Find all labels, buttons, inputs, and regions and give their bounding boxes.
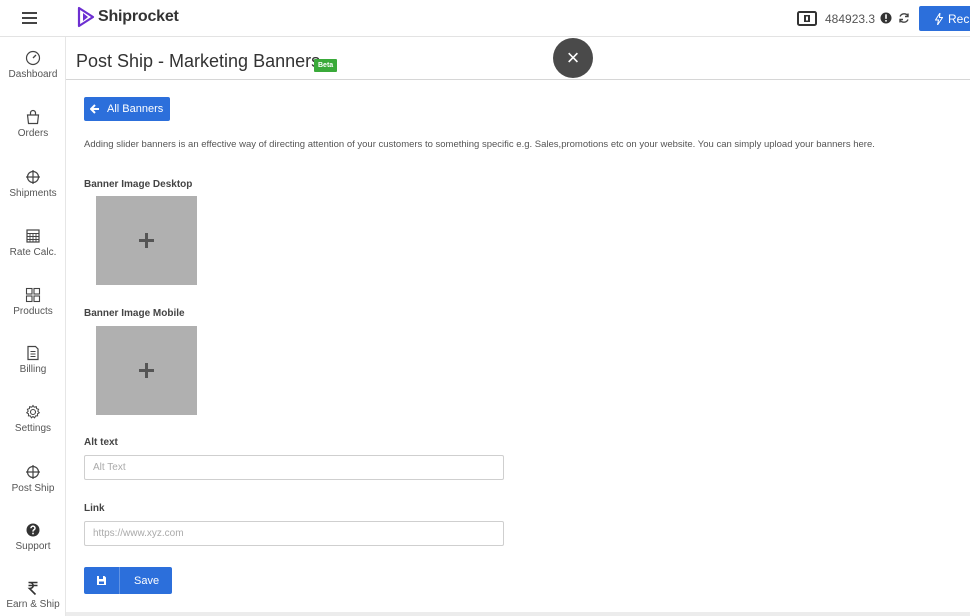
banner-desktop-upload[interactable] [96, 196, 197, 285]
sidebar-item-earn-and-ship[interactable]: Earn & Ship [0, 580, 66, 616]
sidebar-item-label: Billing [19, 364, 47, 375]
sidebar-item-dashboard[interactable]: Dashboard [0, 50, 66, 100]
banner-mobile-label: Banner Image Mobile [84, 308, 185, 319]
refresh-icon[interactable] [898, 12, 910, 24]
gear-icon [25, 404, 41, 419]
top-bar: Shiprocket 484923.3 Rech [0, 0, 970, 37]
arrow-left-icon [90, 104, 99, 114]
sidebar-item-support[interactable]: Support [0, 522, 66, 572]
lightning-icon [935, 12, 943, 25]
alt-text-label: Alt text [84, 437, 118, 448]
shopping-bag-icon [26, 109, 40, 125]
sidebar-item-label: Rate Calc. [9, 247, 57, 258]
wallet-icon[interactable] [797, 10, 817, 27]
sidebar-item-settings[interactable]: Settings [0, 404, 66, 454]
speedometer-icon [25, 50, 41, 66]
sidebar-item-label: Dashboard [8, 69, 58, 80]
shiprocket-logo-icon [77, 6, 95, 28]
sidebar-item-post-ship[interactable]: Post Ship [0, 464, 66, 514]
plus-icon [139, 233, 154, 248]
banner-desktop-label: Banner Image Desktop [84, 179, 193, 190]
close-button[interactable]: × [553, 38, 593, 78]
question-circle-icon [26, 523, 40, 537]
sidebar-item-label: Products [13, 306, 53, 317]
sidebar-item-label: Settings [14, 423, 52, 434]
sidebar-item-label: Orders [17, 128, 49, 139]
info-icon[interactable] [880, 12, 892, 24]
hamburger-menu-icon[interactable] [22, 10, 37, 26]
link-input[interactable] [84, 521, 504, 546]
crosshair-icon [26, 170, 40, 184]
banner-mobile-upload[interactable] [96, 326, 197, 415]
rupee-icon [27, 581, 38, 596]
sidebar-item-label: Post Ship [11, 483, 55, 494]
brand-logo[interactable]: Shiprocket [76, 6, 179, 28]
sidebar-item-shipments[interactable]: Shipments [0, 169, 66, 219]
brand-name: Shiprocket [98, 8, 179, 25]
floppy-disk-icon [84, 567, 120, 594]
main-content: All Banners Adding slider banners is an … [66, 80, 970, 612]
recharge-label: Rech [948, 11, 970, 26]
sidebar-item-products[interactable]: Products [0, 287, 66, 337]
beta-badge: Beta [314, 59, 338, 72]
grid-icon [25, 287, 41, 303]
page-title: Post Ship - Marketing Banners [76, 51, 321, 71]
link-label: Link [84, 503, 105, 514]
close-icon: × [566, 45, 580, 70]
sidebar-item-label: Shipments [9, 188, 57, 199]
page-header: Post Ship - Marketing Banners Beta [66, 37, 970, 80]
save-label: Save [134, 574, 160, 587]
all-banners-button[interactable]: All Banners [84, 97, 170, 121]
save-button[interactable]: Save [84, 567, 172, 594]
crosshair-icon [26, 465, 40, 479]
sidebar-item-billing[interactable]: Billing [0, 345, 66, 395]
description-text: Adding slider banners is an effective wa… [84, 139, 875, 150]
all-banners-label: All Banners [107, 103, 164, 115]
alt-text-input[interactable] [84, 455, 504, 480]
horizontal-scrollbar[interactable] [66, 612, 970, 616]
recharge-button[interactable]: Rech [919, 6, 970, 31]
plus-icon [139, 363, 154, 378]
document-icon [27, 345, 39, 361]
sidebar: Dashboard Orders Shipments Rate Calc. Pr… [0, 37, 66, 616]
sidebar-item-label: Earn & Ship [6, 599, 60, 610]
wallet-balance: 484923.3 [825, 12, 876, 26]
sidebar-item-orders[interactable]: Orders [0, 109, 66, 159]
calculator-icon [26, 229, 40, 243]
sidebar-item-label: Support [15, 541, 51, 552]
sidebar-item-rate-calc[interactable]: Rate Calc. [0, 228, 66, 278]
